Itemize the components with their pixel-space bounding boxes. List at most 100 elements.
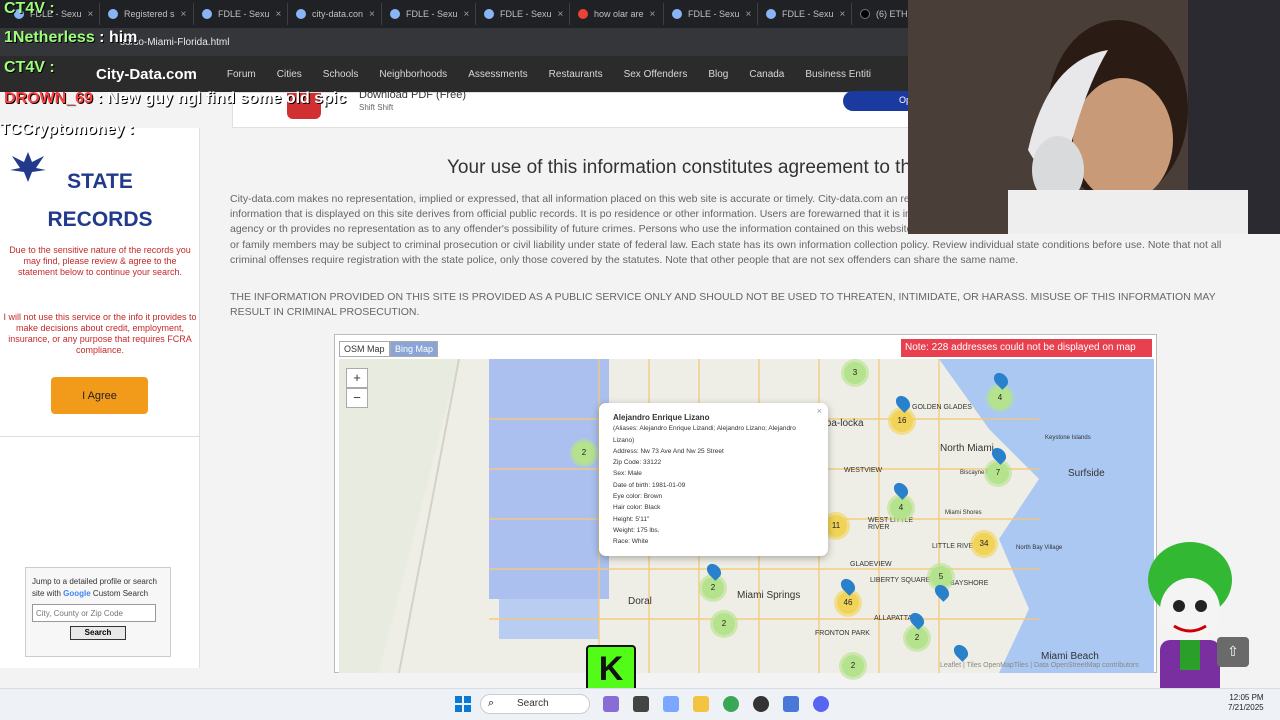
kick-logo-icon: K <box>586 645 636 693</box>
page-heading: Your use of this information constitutes… <box>447 157 922 178</box>
map-label-golden-glades: GOLDEN GLADES <box>912 404 972 411</box>
nav-item-forum[interactable]: Forum <box>227 69 277 80</box>
state-records-title-2: RECORDS <box>47 208 153 231</box>
fdle-icon <box>766 9 776 19</box>
map-attribution[interactable]: Leaflet | Tiles OpenMapTiles | Data Open… <box>940 662 1139 669</box>
tab-close-icon[interactable]: × <box>464 9 470 20</box>
nav-item-neighborhoods[interactable]: Neighborhoods <box>379 69 468 80</box>
map-label-westview: WESTVIEW <box>844 467 883 474</box>
fcra-statement: I will not use this service or the info … <box>3 312 197 355</box>
map-cluster[interactable]: 2 <box>573 442 595 464</box>
map-label-north-miami: North Miami <box>940 443 994 454</box>
browser-tab[interactable]: FDLE - Sexu × <box>664 3 758 25</box>
popup-dob: Date of birth: 1981-01-09 <box>613 481 686 489</box>
browser-tab[interactable]: FDLE - Sexu × <box>194 3 288 25</box>
nav-item-assessments[interactable]: Assessments <box>468 69 548 80</box>
windows-start-icon[interactable] <box>455 696 471 712</box>
copilot-icon[interactable] <box>663 696 679 712</box>
map-label-west-little-river: WEST LITTLE RIVER <box>868 517 913 531</box>
tab-osm-map[interactable]: OSM Map <box>339 341 390 357</box>
taskbar-search[interactable]: Search <box>480 694 590 714</box>
map-cluster[interactable]: 4 <box>890 497 912 519</box>
nav-item-restaurants[interactable]: Restaurants <box>549 69 624 80</box>
browser-tab[interactable]: FDLE - Sexu × <box>382 3 476 25</box>
popup-name: Alejandro Enrique Lizano <box>613 413 710 422</box>
streamer-webcam-image <box>908 0 1280 234</box>
map-cluster[interactable]: 11 <box>825 515 847 537</box>
chat-message: DROWN_69 : New guy ngl find some old spi… <box>4 90 347 107</box>
browser-tab[interactable]: how olar are × <box>570 3 664 25</box>
popup-hair: Hair color: Black <box>613 504 661 512</box>
tab-label: city-data.con <box>312 9 364 19</box>
popup-address: Address: Nw 73 Ave And Nw 25 Street <box>613 447 724 455</box>
tab-close-icon[interactable]: × <box>558 9 564 20</box>
app-icon[interactable] <box>783 696 799 712</box>
tab-bing-map[interactable]: Bing Map <box>390 341 439 357</box>
widgets-icon[interactable] <box>603 696 619 712</box>
map-cluster[interactable]: 2 <box>906 627 928 649</box>
map-cluster[interactable]: 4 <box>989 387 1011 409</box>
tab-close-icon[interactable]: × <box>650 9 656 20</box>
popup-eye: Eye color: Brown <box>613 493 663 501</box>
nav-item-blog[interactable]: Blog <box>708 69 749 80</box>
nav-item-canada[interactable]: Canada <box>749 69 805 80</box>
map-cluster[interactable]: 2 <box>702 577 724 599</box>
public-service-notice: THE INFORMATION PROVIDED ON THIS SITE IS… <box>230 291 1216 319</box>
discord-icon[interactable] <box>813 696 829 712</box>
i-agree-button[interactable]: I Agree <box>51 377 148 414</box>
popup-aliases: (Aliases: Alejandro Enrique Lizandi; Ale… <box>613 425 796 444</box>
tab-label: FDLE - Sexu <box>406 9 458 19</box>
nav-item-business-entiti[interactable]: Business Entiti <box>805 69 892 80</box>
taskbar-clock[interactable]: 12:05 PM 7/21/2025 <box>1228 693 1264 713</box>
chat-message: 1Netherless : him <box>4 29 138 46</box>
map-cluster[interactable]: 7 <box>987 462 1009 484</box>
zoom-out-button[interactable]: − <box>346 388 368 408</box>
tab-close-icon[interactable]: × <box>840 9 846 20</box>
offender-popup: × Alejandro Enrique Lizano (Aliases: Ale… <box>599 403 828 556</box>
tab-label: FDLE - Sexu <box>500 9 552 19</box>
browser-tab[interactable]: FDLE - Sexu × <box>476 3 570 25</box>
popup-close-icon[interactable]: × <box>817 406 822 417</box>
google-logo: Google <box>63 589 91 598</box>
tab-close-icon[interactable]: × <box>88 9 94 20</box>
browser-tab[interactable]: Registered s × <box>100 3 194 25</box>
scroll-to-top-button[interactable]: ⇧ <box>1217 637 1249 667</box>
search-button[interactable]: Search <box>70 626 126 640</box>
fdle-icon <box>672 9 682 19</box>
chrome-icon[interactable] <box>723 696 739 712</box>
nav-item-sex-offenders[interactable]: Sex Offenders <box>624 69 709 80</box>
nav-item-cities[interactable]: Cities <box>277 69 323 80</box>
tab-label: Registered s <box>124 9 175 19</box>
popup-weight: Weight: 175 lbs. <box>613 526 660 534</box>
tab-close-icon[interactable]: × <box>369 9 375 20</box>
city-search-input[interactable] <box>32 604 156 622</box>
tab-close-icon[interactable]: × <box>276 9 282 20</box>
tab-close-icon[interactable]: × <box>746 9 752 20</box>
chat-message: TCCryptomoney : <box>0 121 135 138</box>
map-cluster[interactable]: 3 <box>844 362 866 384</box>
custom-search-box: Jump to a detailed profile or search sit… <box>25 567 171 657</box>
zoom-in-button[interactable]: + <box>346 368 368 388</box>
globe-icon <box>296 9 306 19</box>
sensitivity-warning: Due to the sensitive nature of the recor… <box>9 245 191 277</box>
tab-label: how olar are <box>594 9 644 19</box>
map-cluster[interactable]: 2 <box>713 613 735 635</box>
browser-tab[interactable]: city-data.con × <box>288 3 382 25</box>
popup-sex: Sex: Male <box>613 470 642 478</box>
obs-icon[interactable] <box>753 696 769 712</box>
map-label-fronton-park: FRONTON PARK <box>815 630 870 637</box>
file-explorer-icon[interactable] <box>693 696 709 712</box>
map-label-north-bay-village: North Bay Village <box>1016 545 1063 551</box>
map-cluster[interactable]: 2 <box>842 655 864 677</box>
search-icon: ⌕ <box>488 697 495 709</box>
chat-message: CT4V : <box>4 59 55 76</box>
google-icon <box>578 9 588 19</box>
task-view-icon[interactable] <box>633 696 649 712</box>
nav-item-schools[interactable]: Schools <box>323 69 380 80</box>
site-logo[interactable]: City-Data.com <box>96 66 197 83</box>
map-label-miami-shores: Miami Shores <box>945 510 982 516</box>
map-cluster[interactable]: 34 <box>973 533 995 555</box>
map-cluster[interactable]: 16 <box>891 410 913 432</box>
tab-close-icon[interactable]: × <box>181 9 187 20</box>
browser-tab[interactable]: FDLE - Sexu × <box>758 3 852 25</box>
